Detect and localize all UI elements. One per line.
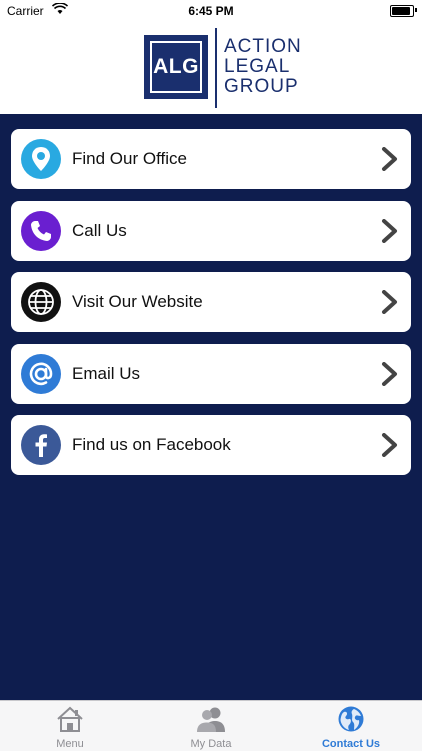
email-us-button[interactable]: Email Us <box>11 343 411 404</box>
battery-icon <box>390 5 414 17</box>
facebook-icon <box>21 425 61 465</box>
facebook-button[interactable]: Find us on Facebook <box>11 415 411 475</box>
chevron-right-icon <box>382 218 397 243</box>
users-icon <box>197 707 225 732</box>
logo-mark: ALG <box>144 35 208 99</box>
tab-my-data-label: My Data <box>190 738 232 750</box>
logo-line-3: GROUP <box>224 76 299 97</box>
globe-icon <box>338 706 364 732</box>
tab-my-data[interactable]: My Data <box>141 701 281 751</box>
chevron-right-icon <box>382 433 397 457</box>
phone-icon <box>21 210 61 251</box>
find-office-button[interactable]: Find Our Office <box>11 129 411 189</box>
status-time: 6:45 PM <box>188 4 234 18</box>
chevron-right-icon <box>382 290 397 314</box>
app-header: ALG ACTION LEGAL GROUP <box>0 22 422 114</box>
globe-icon <box>21 282 61 322</box>
status-bar: Carrier 6:45 PM <box>0 0 422 22</box>
tab-menu[interactable]: Menu <box>0 701 140 751</box>
tab-bar: Menu My Data Contact Us <box>0 700 422 751</box>
visit-website-label: Visit Our Website <box>72 292 203 311</box>
call-us-label: Call Us <box>72 220 127 240</box>
tab-contact-us-label: Contact Us <box>321 738 381 750</box>
at-sign-icon <box>21 353 61 394</box>
email-us-label: Email Us <box>72 363 141 383</box>
contact-options-list: Find Our Office Call Us Visit Our Websit… <box>11 129 411 487</box>
logo-line-1: ACTION <box>224 36 302 57</box>
visit-website-button[interactable]: Visit Our Website <box>11 272 411 332</box>
logo-wordmark: ACTION LEGAL GROUP <box>224 37 344 97</box>
tab-contact-us[interactable]: Contact Us <box>281 701 421 751</box>
location-pin-icon <box>21 139 61 179</box>
house-icon <box>57 706 83 732</box>
logo-divider <box>215 28 217 108</box>
call-us-button[interactable]: Call Us <box>11 200 411 261</box>
chevron-right-icon <box>382 361 397 386</box>
find-office-label: Find Our Office <box>72 149 187 168</box>
tab-menu-label: Menu <box>56 738 84 750</box>
logo-line-2: LEGAL <box>224 56 291 77</box>
logo-abbrev: ALG <box>150 41 202 93</box>
chevron-right-icon <box>382 147 397 171</box>
facebook-label: Find us on Facebook <box>72 435 231 454</box>
